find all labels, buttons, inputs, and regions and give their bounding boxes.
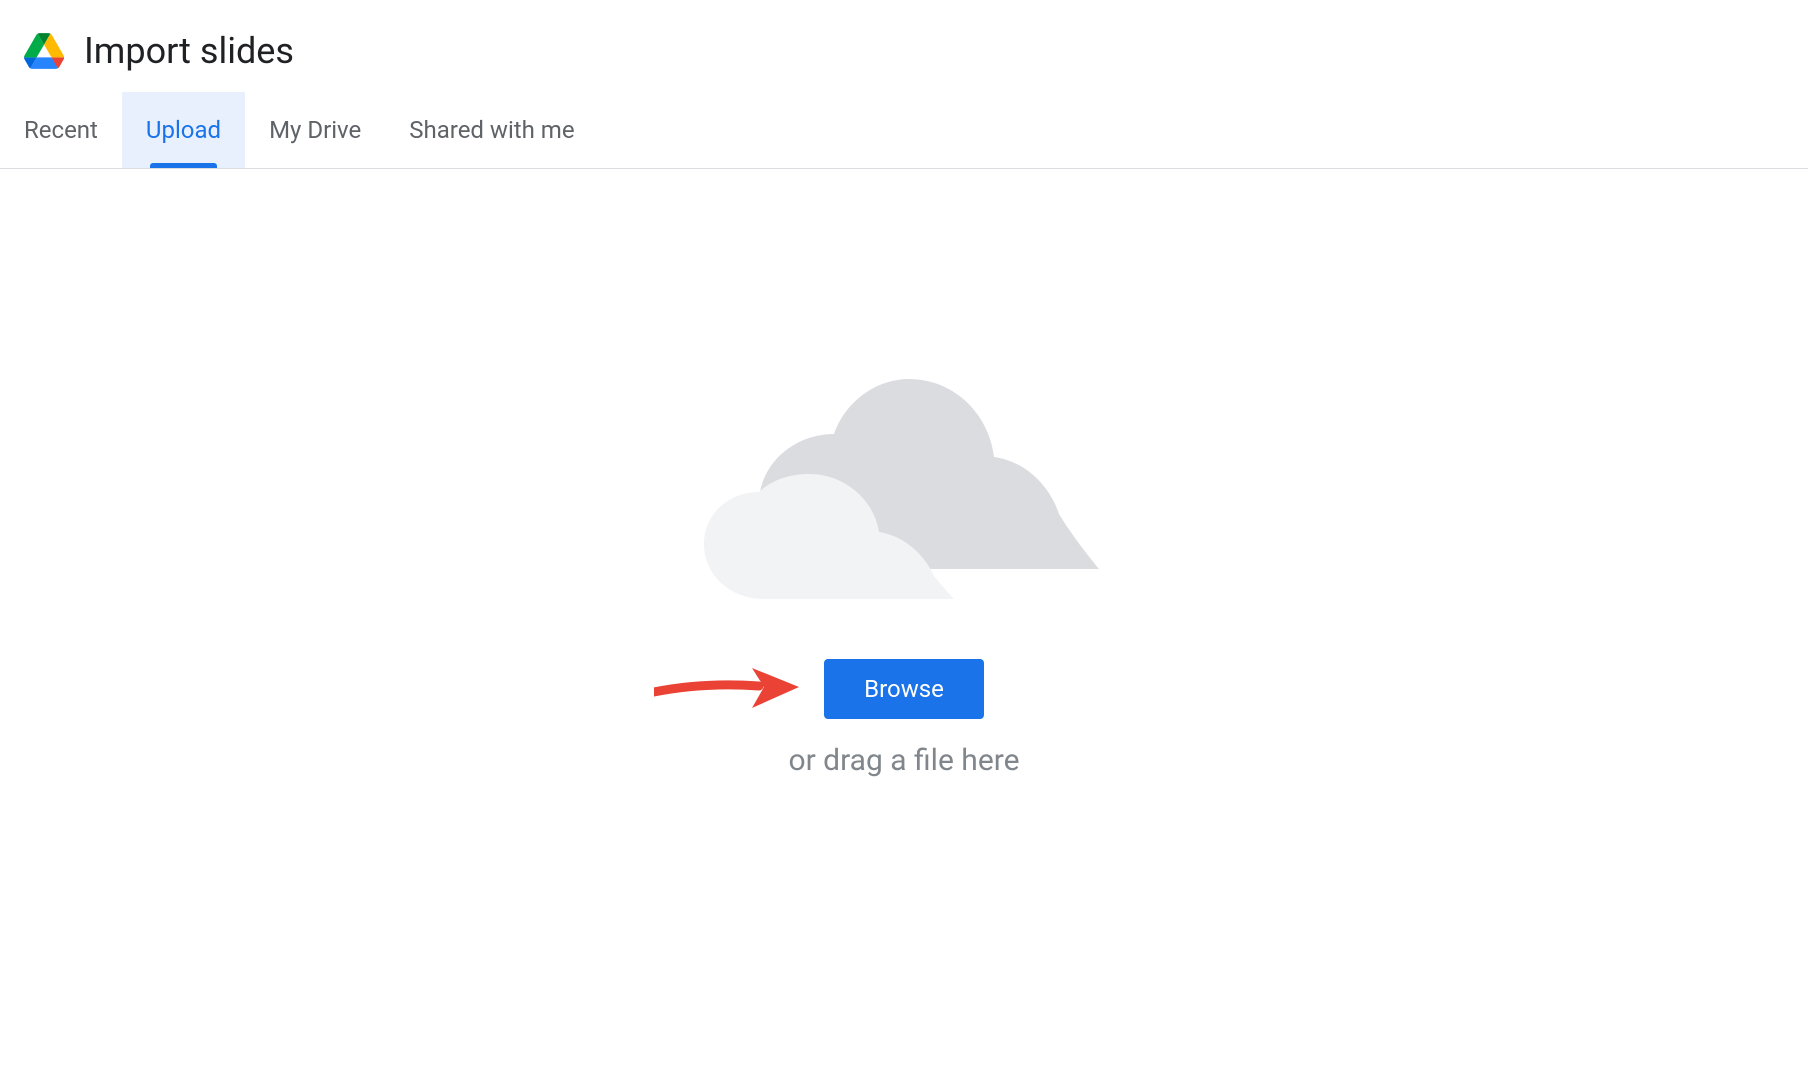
- annotation-arrow-icon: [654, 664, 804, 714]
- browse-button[interactable]: Browse: [824, 659, 984, 719]
- tab-my-drive[interactable]: My Drive: [245, 92, 385, 168]
- upload-dropzone[interactable]: Browse or drag a file here: [0, 169, 1808, 1059]
- dialog-header: Import slides: [0, 0, 1808, 92]
- tab-upload[interactable]: Upload: [122, 92, 245, 168]
- tab-shared-with-me[interactable]: Shared with me: [385, 92, 598, 168]
- cloud-illustration: [704, 379, 1104, 599]
- drive-logo-icon: [24, 33, 64, 69]
- dialog-title: Import slides: [84, 30, 294, 72]
- source-tabs: Recent Upload My Drive Shared with me: [0, 92, 1808, 169]
- cloud-front-icon: [704, 474, 954, 599]
- browse-container: Browse: [824, 659, 984, 719]
- drag-hint-text: or drag a file here: [788, 743, 1019, 778]
- tab-recent[interactable]: Recent: [0, 92, 122, 168]
